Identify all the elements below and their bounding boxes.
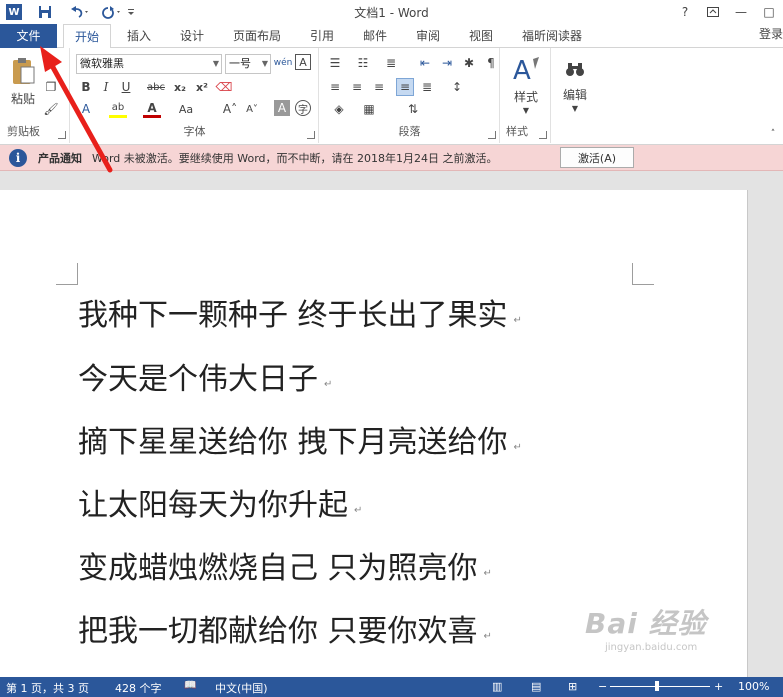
zoom-slider-thumb[interactable] — [655, 681, 659, 691]
word-count[interactable]: 428 个字 — [115, 680, 162, 696]
zoom-out-icon[interactable]: − — [598, 680, 607, 693]
zoom-slider[interactable] — [610, 686, 710, 687]
page-count[interactable]: 第 1 页，共 3 页 — [6, 680, 89, 696]
proofing-icon[interactable]: 📖 — [184, 680, 196, 691]
watermark-sub: jingyan.baidu.com — [605, 642, 698, 653]
annotation-arrow — [40, 46, 113, 173]
status-bar: 第 1 页，共 3 页 428 个字 📖 中文(中国) ▥ ▤ ⊞ − + 10… — [0, 677, 783, 697]
language-indicator[interactable]: 中文(中国) — [215, 680, 268, 696]
zoom-in-icon[interactable]: + — [714, 680, 723, 693]
watermark-main: Bai 经验 — [585, 607, 707, 640]
baidu-watermark: Bai 经验 jingyan.baidu.com — [585, 602, 707, 653]
print-layout-icon[interactable]: ▤ — [531, 680, 541, 693]
zoom-level[interactable]: 100% — [738, 680, 769, 693]
web-layout-icon[interactable]: ⊞ — [568, 680, 577, 693]
read-mode-icon[interactable]: ▥ — [492, 680, 502, 693]
